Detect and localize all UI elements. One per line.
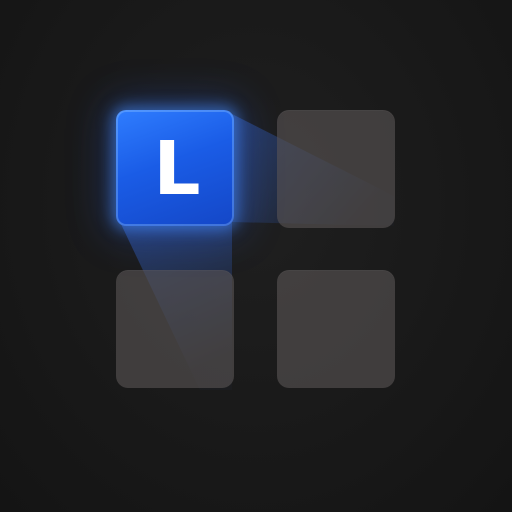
highlighted-key-tile: L [116, 110, 234, 226]
canvas: L [0, 0, 512, 512]
key-letter: L [153, 126, 201, 212]
light-beam [120, 112, 394, 390]
grid-tile-top-right [277, 110, 395, 228]
grid-tile-bottom-left [116, 270, 234, 388]
grid-tile-bottom-right [277, 270, 395, 388]
